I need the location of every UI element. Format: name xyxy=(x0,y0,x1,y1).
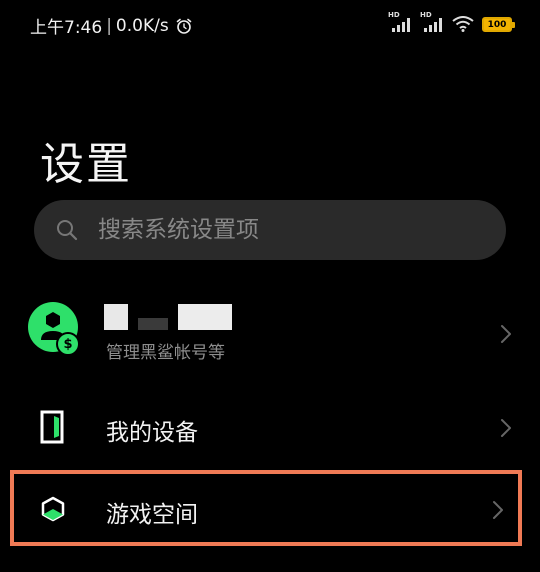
wifi-icon xyxy=(452,16,474,32)
search-input[interactable] xyxy=(98,217,478,243)
page-title: 设置 xyxy=(40,139,132,190)
account-row[interactable]: $ 管理黑鲨帐号等 xyxy=(0,294,540,374)
chevron-right-icon xyxy=(501,419,511,437)
status-time: 上午7:46 xyxy=(30,18,103,38)
chevron-right-icon xyxy=(493,501,503,519)
alarm-clock-icon xyxy=(176,18,192,34)
chevron-right-icon xyxy=(501,325,511,343)
cube-icon xyxy=(41,496,65,522)
status-bar: 上午7:46 | 0.0K/s HD HD 100 xyxy=(0,0,540,48)
signal-strength-icon: HD xyxy=(388,11,412,32)
settings-item-game-space[interactable]: 游戏空间 xyxy=(10,470,522,546)
account-name-redacted xyxy=(104,304,234,330)
settings-item-my-device[interactable]: 我的设备 xyxy=(0,396,540,460)
search-icon xyxy=(57,220,78,241)
coin-badge-icon: $ xyxy=(56,332,80,356)
signal-strength-icon: HD xyxy=(420,11,444,32)
settings-item-label: 我的设备 xyxy=(106,420,198,446)
status-right: HD HD 100 xyxy=(388,11,515,32)
status-separator: | xyxy=(106,15,112,36)
network-speed: 0.0K/s xyxy=(115,15,169,36)
battery-icon: 100 xyxy=(482,17,515,32)
status-left: 上午7:46 | 0.0K/s xyxy=(30,13,193,38)
search-bar[interactable] xyxy=(34,200,506,260)
phone-frame-icon xyxy=(40,410,64,444)
settings-item-label: 游戏空间 xyxy=(106,502,198,528)
account-subtitle: 管理黑鲨帐号等 xyxy=(106,343,225,363)
